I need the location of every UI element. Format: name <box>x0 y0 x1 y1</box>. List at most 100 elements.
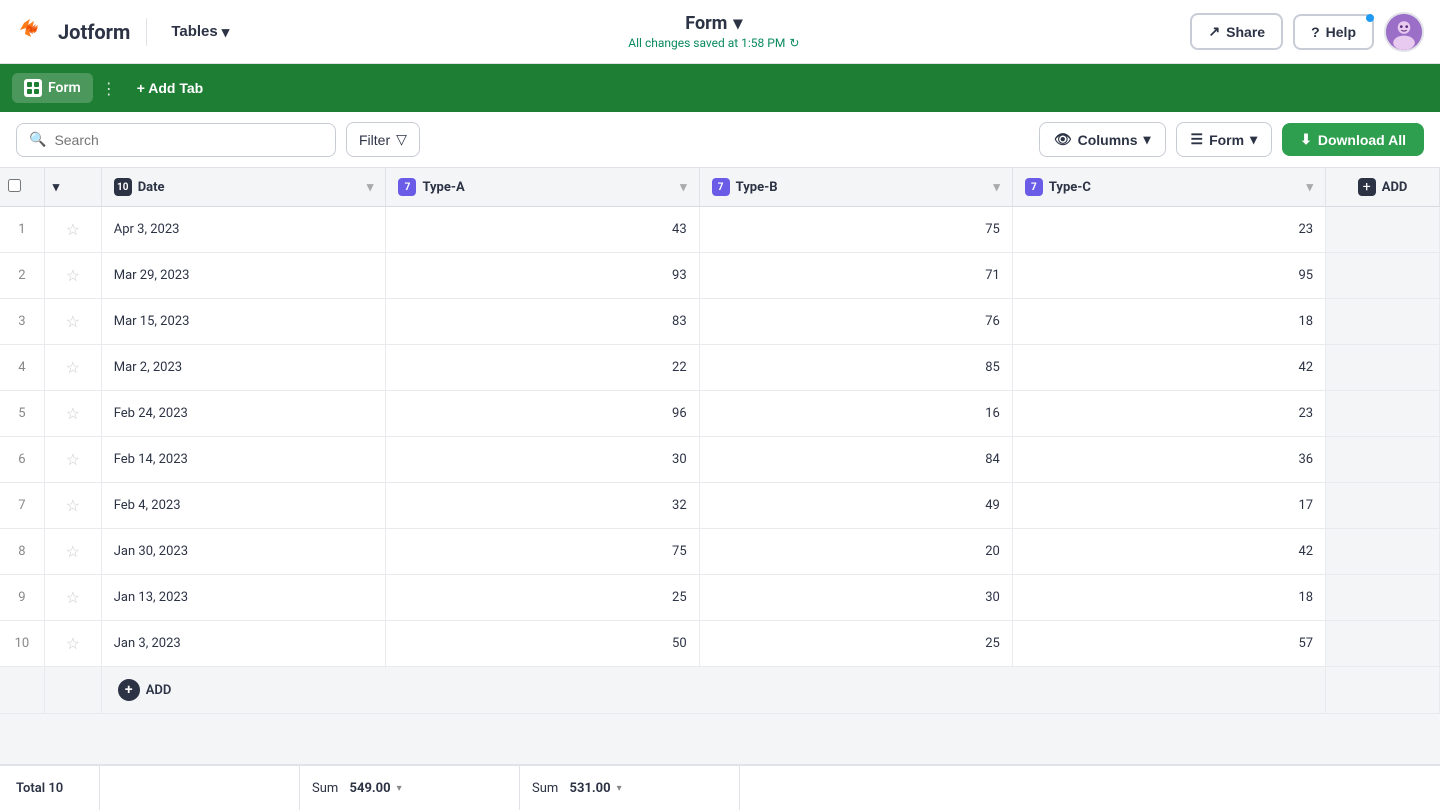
row-date[interactable]: Feb 14, 2023 <box>101 437 386 483</box>
row-star[interactable]: ☆ <box>44 437 101 483</box>
star-icon[interactable]: ☆ <box>66 404 80 423</box>
row-type-c[interactable]: 95 <box>1012 253 1325 299</box>
row-star[interactable]: ☆ <box>44 253 101 299</box>
checkbox-header[interactable] <box>0 168 44 207</box>
type-a-column-header[interactable]: 7 Type-A ▾ <box>386 168 699 207</box>
row-type-b[interactable]: 71 <box>699 253 1012 299</box>
row-type-a[interactable]: 93 <box>386 253 699 299</box>
row-type-c[interactable]: 42 <box>1012 345 1325 391</box>
form-tab[interactable]: Form <box>12 73 93 103</box>
type-c-column-header[interactable]: 7 Type-C ▾ <box>1012 168 1325 207</box>
nav-divider <box>146 18 147 46</box>
row-type-b[interactable]: 20 <box>699 529 1012 575</box>
row-type-b[interactable]: 30 <box>699 575 1012 621</box>
row-type-a[interactable]: 50 <box>386 621 699 667</box>
data-table: ▾ 10 Date ▾ 7 Type-A ▾ <box>0 168 1440 714</box>
row-type-b[interactable]: 16 <box>699 391 1012 437</box>
add-row[interactable]: + ADD <box>0 667 1440 714</box>
search-input[interactable] <box>54 132 323 148</box>
row-add-cell <box>1326 437 1440 483</box>
avatar[interactable] <box>1384 12 1424 52</box>
star-icon[interactable]: ☆ <box>66 542 80 561</box>
row-type-b[interactable]: 85 <box>699 345 1012 391</box>
select-all-checkbox[interactable] <box>8 179 21 192</box>
add-row-button-cell[interactable]: + ADD <box>101 667 1325 714</box>
download-all-button[interactable]: ⬇ Download All <box>1282 123 1424 156</box>
form-tab-options-icon[interactable]: ⋮ <box>97 75 121 102</box>
row-star[interactable]: ☆ <box>44 483 101 529</box>
row-type-c[interactable]: 36 <box>1012 437 1325 483</box>
star-icon[interactable]: ☆ <box>66 450 80 469</box>
row-date[interactable]: Mar 29, 2023 <box>101 253 386 299</box>
row-type-c[interactable]: 18 <box>1012 575 1325 621</box>
add-column-header[interactable]: + ADD <box>1326 168 1440 207</box>
date-column-header[interactable]: 10 Date ▾ <box>101 168 386 207</box>
row-date[interactable]: Mar 2, 2023 <box>101 345 386 391</box>
row-type-b[interactable]: 75 <box>699 207 1012 253</box>
row-type-b[interactable]: 76 <box>699 299 1012 345</box>
row-date[interactable]: Feb 24, 2023 <box>101 391 386 437</box>
sum-b-chevron-icon[interactable]: ▾ <box>617 783 622 794</box>
row-type-c[interactable]: 23 <box>1012 207 1325 253</box>
star-icon[interactable]: ☆ <box>66 220 80 239</box>
logo[interactable]: Jotform <box>16 15 130 49</box>
type-a-col-label: Type-A <box>422 180 464 195</box>
row-star[interactable]: ☆ <box>44 345 101 391</box>
row-type-c[interactable]: 42 <box>1012 529 1325 575</box>
type-b-column-header[interactable]: 7 Type-B ▾ <box>699 168 1012 207</box>
row-date[interactable]: Apr 3, 2023 <box>101 207 386 253</box>
add-row-button[interactable]: + ADD <box>102 667 1325 713</box>
share-icon: ↗ <box>1208 23 1220 40</box>
chevron-down-icon[interactable]: ▾ <box>53 180 60 195</box>
row-type-a[interactable]: 83 <box>386 299 699 345</box>
row-type-c[interactable]: 23 <box>1012 391 1325 437</box>
sum-a-chevron-icon[interactable]: ▾ <box>397 783 402 794</box>
table-container: ▾ 10 Date ▾ 7 Type-A ▾ <box>0 168 1440 714</box>
star-icon[interactable]: ☆ <box>66 312 80 331</box>
row-star[interactable]: ☆ <box>44 529 101 575</box>
tables-dropdown-button[interactable]: Tables ▾ <box>163 19 237 45</box>
row-date[interactable]: Feb 4, 2023 <box>101 483 386 529</box>
row-type-c[interactable]: 17 <box>1012 483 1325 529</box>
row-type-c[interactable]: 18 <box>1012 299 1325 345</box>
row-add-cell <box>1326 207 1440 253</box>
columns-chevron-icon: ▾ <box>1143 131 1150 148</box>
star-icon[interactable]: ☆ <box>66 358 80 377</box>
row-date[interactable]: Mar 15, 2023 <box>101 299 386 345</box>
filter-icon: ▽ <box>396 131 407 148</box>
row-star[interactable]: ☆ <box>44 391 101 437</box>
search-box[interactable]: 🔍 <box>16 123 336 157</box>
add-tab-button[interactable]: + Add Tab <box>125 74 216 102</box>
row-type-c[interactable]: 57 <box>1012 621 1325 667</box>
filter-button[interactable]: Filter ▽ <box>346 122 420 157</box>
download-label: Download All <box>1318 132 1406 148</box>
star-icon[interactable]: ☆ <box>66 588 80 607</box>
row-type-b[interactable]: 25 <box>699 621 1012 667</box>
row-type-a[interactable]: 25 <box>386 575 699 621</box>
star-icon[interactable]: ☆ <box>66 634 80 653</box>
columns-button[interactable]: 👁 Columns ▾ <box>1039 122 1166 157</box>
row-star[interactable]: ☆ <box>44 621 101 667</box>
row-date[interactable]: Jan 30, 2023 <box>101 529 386 575</box>
row-star[interactable]: ☆ <box>44 299 101 345</box>
row-type-b[interactable]: 49 <box>699 483 1012 529</box>
tab-bar: Form ⋮ + Add Tab <box>0 64 1440 112</box>
row-type-a[interactable]: 75 <box>386 529 699 575</box>
row-date[interactable]: Jan 13, 2023 <box>101 575 386 621</box>
form-view-button[interactable]: ☰ Form ▾ <box>1176 122 1273 157</box>
row-star[interactable]: ☆ <box>44 207 101 253</box>
help-button[interactable]: ? Help <box>1293 14 1374 50</box>
logo-text: Jotform <box>58 20 130 44</box>
share-button[interactable]: ↗ Share <box>1190 13 1283 50</box>
row-type-a[interactable]: 96 <box>386 391 699 437</box>
row-type-a[interactable]: 43 <box>386 207 699 253</box>
row-type-a[interactable]: 30 <box>386 437 699 483</box>
star-icon[interactable]: ☆ <box>66 266 80 285</box>
row-type-a[interactable]: 22 <box>386 345 699 391</box>
form-title-area[interactable]: Form ▾ <box>685 13 742 34</box>
row-type-b[interactable]: 84 <box>699 437 1012 483</box>
row-type-a[interactable]: 32 <box>386 483 699 529</box>
star-icon[interactable]: ☆ <box>66 496 80 515</box>
row-star[interactable]: ☆ <box>44 575 101 621</box>
row-date[interactable]: Jan 3, 2023 <box>101 621 386 667</box>
